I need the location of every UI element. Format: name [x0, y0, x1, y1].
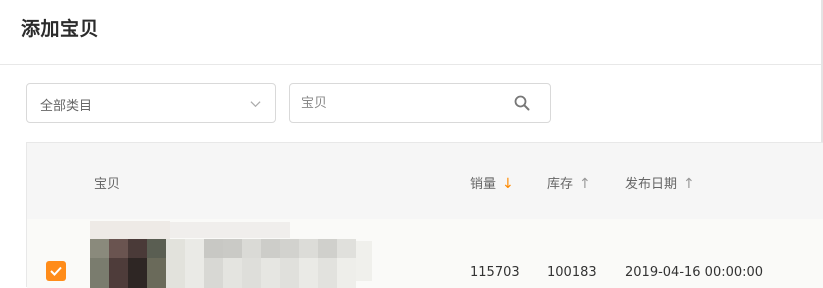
- product-thumbnail-blurred[interactable]: [90, 219, 372, 288]
- chevron-down-icon: [250, 101, 261, 108]
- page-title: 添加宝贝: [21, 18, 100, 40]
- cell-stock: 100183: [547, 265, 597, 280]
- cell-sales: 115703: [470, 265, 520, 280]
- sort-desc-icon[interactable]: ↓: [502, 176, 514, 192]
- column-header-stock[interactable]: 库存 ↑: [547, 173, 591, 192]
- checkmark-icon: [50, 266, 62, 276]
- cell-date: 2019-04-16 00:00:00: [625, 265, 764, 280]
- search-input[interactable]: [301, 93, 501, 113]
- search-box[interactable]: [289, 83, 551, 123]
- sort-asc-icon[interactable]: ↑: [579, 176, 591, 192]
- search-icon[interactable]: [514, 95, 530, 111]
- table-row: 115703 100183 2019-04-16 00:00:00: [27, 219, 823, 288]
- sort-asc-icon[interactable]: ↑: [683, 176, 695, 192]
- filter-bar: 全部类目: [0, 66, 823, 142]
- page-header: 添加宝贝: [0, 0, 823, 65]
- column-header-product: 宝贝: [94, 177, 121, 192]
- row-checkbox[interactable]: [46, 261, 66, 281]
- table-header: 宝贝 销量 ↓ 库存 ↑ 发布日期 ↑: [27, 143, 823, 219]
- category-select[interactable]: 全部类目: [26, 83, 276, 123]
- product-table: 宝贝 销量 ↓ 库存 ↑ 发布日期 ↑ 115703 100183 2019-0…: [26, 142, 823, 288]
- category-select-value: 全部类目: [40, 99, 93, 114]
- column-header-date[interactable]: 发布日期 ↑: [625, 173, 695, 192]
- column-header-sales[interactable]: 销量 ↓: [470, 173, 514, 192]
